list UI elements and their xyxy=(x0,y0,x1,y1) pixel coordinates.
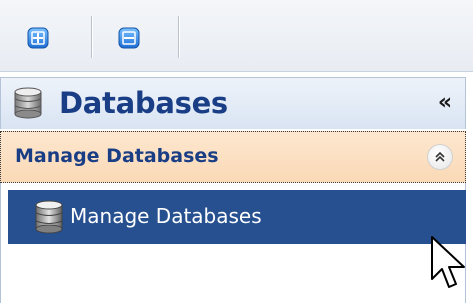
collapse-all-button[interactable] xyxy=(110,20,148,56)
toolbar xyxy=(0,0,473,72)
chevron-double-up-icon xyxy=(435,151,445,162)
toolbar-separator xyxy=(91,16,93,58)
expand-all-button[interactable] xyxy=(19,20,57,56)
section-header-manage-databases[interactable]: Manage Databases xyxy=(0,131,466,183)
database-icon xyxy=(14,87,42,119)
section-title: Manage Databases xyxy=(15,145,219,167)
list-item-label: Manage Databases xyxy=(70,204,262,228)
panel-title: Databases xyxy=(59,86,228,120)
database-icon xyxy=(35,200,63,234)
panel-border-left xyxy=(0,183,1,303)
expand-all-icon xyxy=(27,27,49,49)
toolbar-separator xyxy=(178,16,180,58)
database-panel-window: Databases « Manage Databases Manage Data… xyxy=(0,0,473,303)
collapse-all-icon xyxy=(118,27,140,49)
list-item-manage-databases[interactable]: Manage Databases xyxy=(8,190,466,244)
section-toggle-button[interactable] xyxy=(427,144,453,170)
mouse-pointer-icon xyxy=(431,236,465,288)
collapse-panel-button[interactable]: « xyxy=(433,90,457,116)
panel-header: Databases « xyxy=(0,77,466,129)
